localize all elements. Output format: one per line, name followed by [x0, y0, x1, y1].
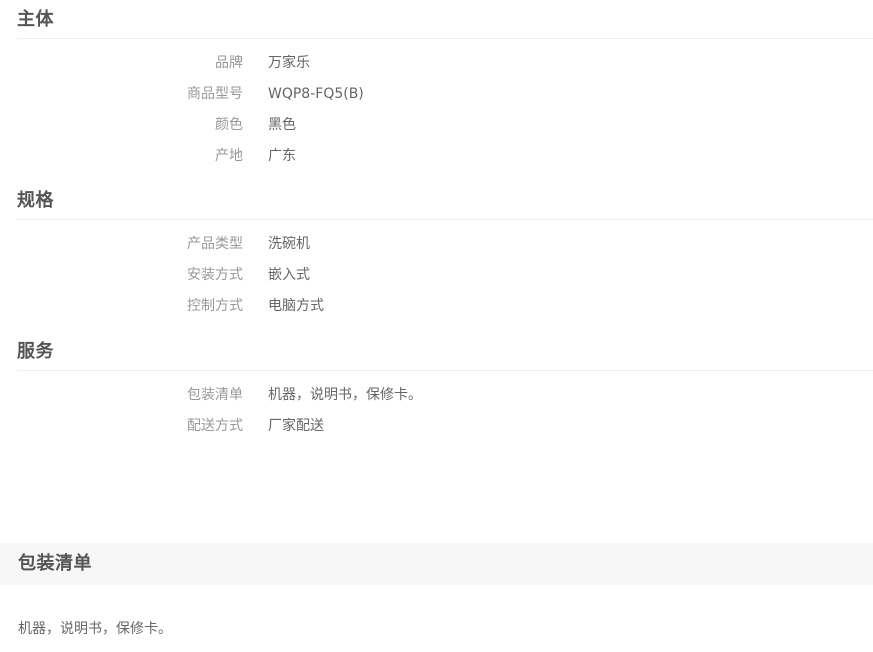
spec-rows-main: 品牌 万家乐 商品型号 WQP8-FQ5(B) 颜色 黑色 产地 广东: [17, 48, 873, 172]
spec-section-specs: 规格 产品类型 洗碗机 安装方式 嵌入式 控制方式 电脑方式: [17, 190, 873, 322]
spec-value: 厂家配送: [268, 418, 324, 434]
section-divider: [17, 370, 873, 371]
spec-row-brand: 品牌 万家乐: [17, 48, 873, 79]
spec-value: 机器，说明书，保修卡。: [268, 387, 422, 403]
spec-row-control-type: 控制方式 电脑方式: [17, 291, 873, 322]
spec-label: 配送方式: [187, 418, 243, 434]
spec-label: 包装清单: [187, 387, 243, 403]
spec-label: 产品类型: [187, 236, 243, 252]
spec-label: 控制方式: [187, 298, 243, 314]
spec-label: 产地: [215, 148, 243, 164]
package-list-title: 包装清单: [18, 553, 92, 574]
package-list-header: 包装清单: [0, 543, 873, 585]
spec-label: 颜色: [215, 117, 243, 133]
spec-rows-specs: 产品类型 洗碗机 安装方式 嵌入式 控制方式 电脑方式: [17, 229, 873, 322]
spec-row-delivery: 配送方式 厂家配送: [17, 411, 873, 442]
spec-value: 电脑方式: [268, 298, 324, 314]
section-divider: [17, 38, 873, 39]
spec-row-model: 商品型号 WQP8-FQ5(B): [17, 79, 873, 110]
spec-row-install-type: 安装方式 嵌入式: [17, 260, 873, 291]
spec-label: 商品型号: [187, 86, 243, 102]
spec-value: 黑色: [268, 117, 296, 133]
spec-row-origin: 产地 广东: [17, 141, 873, 172]
spec-value: 洗碗机: [268, 236, 310, 252]
section-title-main: 主体: [17, 9, 54, 30]
spec-section-service: 服务 包装清单 机器，说明书，保修卡。 配送方式 厂家配送: [17, 341, 873, 442]
spec-label: 品牌: [215, 55, 243, 71]
section-title-specs: 规格: [17, 190, 54, 211]
section-divider: [17, 219, 873, 220]
section-title-service: 服务: [17, 341, 54, 362]
spec-rows-service: 包装清单 机器，说明书，保修卡。 配送方式 厂家配送: [17, 380, 873, 442]
spec-value: WQP8-FQ5(B): [268, 86, 364, 102]
package-list-content: 机器，说明书，保修卡。: [18, 621, 172, 637]
spec-value: 嵌入式: [268, 267, 310, 283]
spec-value: 广东: [268, 148, 296, 164]
spec-row-color: 颜色 黑色: [17, 110, 873, 141]
spec-row-package: 包装清单 机器，说明书，保修卡。: [17, 380, 873, 411]
spec-section-main: 主体 品牌 万家乐 商品型号 WQP8-FQ5(B) 颜色 黑色 产地 广东: [17, 9, 873, 172]
product-spec-page: 主体 品牌 万家乐 商品型号 WQP8-FQ5(B) 颜色 黑色 产地 广东 规…: [0, 0, 873, 652]
spec-value: 万家乐: [268, 55, 310, 71]
spec-label: 安装方式: [187, 267, 243, 283]
spec-row-product-type: 产品类型 洗碗机: [17, 229, 873, 260]
